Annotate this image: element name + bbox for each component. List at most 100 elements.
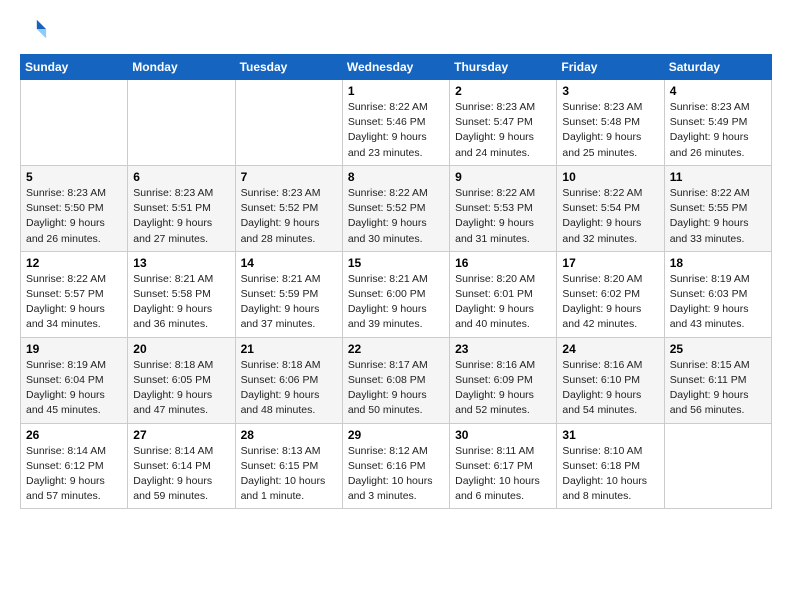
- calendar-day-header: Monday: [128, 55, 235, 80]
- calendar-cell: 18 Sunrise: 8:19 AM Sunset: 6:03 PM Dayli…: [664, 251, 771, 337]
- day-info: Sunrise: 8:10 AM Sunset: 6:18 PM Dayligh…: [562, 444, 658, 505]
- day-info: Sunrise: 8:17 AM Sunset: 6:08 PM Dayligh…: [348, 358, 444, 419]
- day-number: 9: [455, 170, 551, 184]
- calendar-cell: 6 Sunrise: 8:23 AM Sunset: 5:51 PM Daylig…: [128, 165, 235, 251]
- calendar-cell: 26 Sunrise: 8:14 AM Sunset: 6:12 PM Dayli…: [21, 423, 128, 509]
- day-number: 13: [133, 256, 229, 270]
- day-number: 5: [26, 170, 122, 184]
- day-info: Sunrise: 8:14 AM Sunset: 6:12 PM Dayligh…: [26, 444, 122, 505]
- day-info: Sunrise: 8:14 AM Sunset: 6:14 PM Dayligh…: [133, 444, 229, 505]
- calendar-cell: 16Sunrise: 8:20 AM Sunset: 6:01 PM Dayli…: [450, 251, 557, 337]
- calendar-cell: 31 Sunrise: 8:10 AM Sunset: 6:18 PM Dayli…: [557, 423, 664, 509]
- calendar-cell: 19Sunrise: 8:19 AM Sunset: 6:04 PM Dayli…: [21, 337, 128, 423]
- day-number: 28: [241, 428, 337, 442]
- day-info: Sunrise: 8:16 AM Sunset: 6:09 PM Dayligh…: [455, 358, 551, 419]
- day-number: 23: [455, 342, 551, 356]
- calendar-day-header: Wednesday: [342, 55, 449, 80]
- day-info: Sunrise: 8:22 AM Sunset: 5:53 PM Dayligh…: [455, 186, 551, 247]
- calendar-cell: 1 Sunrise: 8:22 AM Sunset: 5:46 PM Daylig…: [342, 80, 449, 166]
- calendar-cell: 21Sunrise: 8:18 AM Sunset: 6:06 PM Dayli…: [235, 337, 342, 423]
- day-info: Sunrise: 8:20 AM Sunset: 6:01 PM Dayligh…: [455, 272, 551, 333]
- day-number: 20: [133, 342, 229, 356]
- day-info: Sunrise: 8:19 AM Sunset: 6:03 PM Dayligh…: [670, 272, 766, 333]
- calendar-cell: [128, 80, 235, 166]
- calendar-cell: 7Sunrise: 8:23 AM Sunset: 5:52 PM Daylig…: [235, 165, 342, 251]
- day-number: 31: [562, 428, 658, 442]
- day-info: Sunrise: 8:21 AM Sunset: 5:59 PM Dayligh…: [241, 272, 337, 333]
- day-number: 27: [133, 428, 229, 442]
- calendar-day-header: Tuesday: [235, 55, 342, 80]
- day-number: 30: [455, 428, 551, 442]
- day-number: 8: [348, 170, 444, 184]
- day-info: Sunrise: 8:12 AM Sunset: 6:16 PM Dayligh…: [348, 444, 444, 505]
- day-info: Sunrise: 8:23 AM Sunset: 5:49 PM Dayligh…: [670, 100, 766, 161]
- day-number: 22: [348, 342, 444, 356]
- calendar-cell: 11 Sunrise: 8:22 AM Sunset: 5:55 PM Dayli…: [664, 165, 771, 251]
- calendar-cell: 17 Sunrise: 8:20 AM Sunset: 6:02 PM Dayli…: [557, 251, 664, 337]
- day-info: Sunrise: 8:22 AM Sunset: 5:57 PM Dayligh…: [26, 272, 122, 333]
- calendar-cell: 8 Sunrise: 8:22 AM Sunset: 5:52 PM Daylig…: [342, 165, 449, 251]
- day-info: Sunrise: 8:11 AM Sunset: 6:17 PM Dayligh…: [455, 444, 551, 505]
- calendar-day-header: Friday: [557, 55, 664, 80]
- calendar-cell: 14 Sunrise: 8:21 AM Sunset: 5:59 PM Dayli…: [235, 251, 342, 337]
- day-info: Sunrise: 8:13 AM Sunset: 6:15 PM Dayligh…: [241, 444, 337, 505]
- day-number: 14: [241, 256, 337, 270]
- day-info: Sunrise: 8:23 AM Sunset: 5:50 PM Dayligh…: [26, 186, 122, 247]
- day-number: 1: [348, 84, 444, 98]
- calendar-cell: 9 Sunrise: 8:22 AM Sunset: 5:53 PM Daylig…: [450, 165, 557, 251]
- day-number: 26: [26, 428, 122, 442]
- calendar-header-row: SundayMondayTuesdayWednesdayThursdayFrid…: [21, 55, 772, 80]
- day-number: 19: [26, 342, 122, 356]
- calendar-week-row: 26 Sunrise: 8:14 AM Sunset: 6:12 PM Dayli…: [21, 423, 772, 509]
- day-info: Sunrise: 8:22 AM Sunset: 5:46 PM Dayligh…: [348, 100, 444, 161]
- calendar-cell: 4 Sunrise: 8:23 AM Sunset: 5:49 PM Daylig…: [664, 80, 771, 166]
- day-info: Sunrise: 8:23 AM Sunset: 5:51 PM Dayligh…: [133, 186, 229, 247]
- day-number: 3: [562, 84, 658, 98]
- calendar-cell: 2 Sunrise: 8:23 AM Sunset: 5:47 PM Daylig…: [450, 80, 557, 166]
- calendar-cell: 20Sunrise: 8:18 AM Sunset: 6:05 PM Dayli…: [128, 337, 235, 423]
- day-info: Sunrise: 8:23 AM Sunset: 5:48 PM Dayligh…: [562, 100, 658, 161]
- day-number: 4: [670, 84, 766, 98]
- calendar-week-row: 12 Sunrise: 8:22 AM Sunset: 5:57 PM Dayli…: [21, 251, 772, 337]
- calendar-week-row: 19Sunrise: 8:19 AM Sunset: 6:04 PM Dayli…: [21, 337, 772, 423]
- calendar-cell: 5 Sunrise: 8:23 AM Sunset: 5:50 PM Daylig…: [21, 165, 128, 251]
- day-number: 6: [133, 170, 229, 184]
- calendar-day-header: Thursday: [450, 55, 557, 80]
- day-number: 17: [562, 256, 658, 270]
- day-number: 24: [562, 342, 658, 356]
- calendar-cell: 25 Sunrise: 8:15 AM Sunset: 6:11 PM Dayli…: [664, 337, 771, 423]
- day-number: 11: [670, 170, 766, 184]
- day-number: 25: [670, 342, 766, 356]
- calendar-cell: 27 Sunrise: 8:14 AM Sunset: 6:14 PM Dayli…: [128, 423, 235, 509]
- calendar-cell: 28 Sunrise: 8:13 AM Sunset: 6:15 PM Dayli…: [235, 423, 342, 509]
- day-info: Sunrise: 8:22 AM Sunset: 5:55 PM Dayligh…: [670, 186, 766, 247]
- calendar-cell: 29 Sunrise: 8:12 AM Sunset: 6:16 PM Dayli…: [342, 423, 449, 509]
- calendar-cell: 22 Sunrise: 8:17 AM Sunset: 6:08 PM Dayli…: [342, 337, 449, 423]
- day-number: 18: [670, 256, 766, 270]
- day-info: Sunrise: 8:22 AM Sunset: 5:54 PM Dayligh…: [562, 186, 658, 247]
- logo: [20, 16, 50, 44]
- day-info: Sunrise: 8:22 AM Sunset: 5:52 PM Dayligh…: [348, 186, 444, 247]
- day-info: Sunrise: 8:16 AM Sunset: 6:10 PM Dayligh…: [562, 358, 658, 419]
- day-info: Sunrise: 8:23 AM Sunset: 5:47 PM Dayligh…: [455, 100, 551, 161]
- day-info: Sunrise: 8:15 AM Sunset: 6:11 PM Dayligh…: [670, 358, 766, 419]
- calendar-day-header: Sunday: [21, 55, 128, 80]
- calendar-cell: 3 Sunrise: 8:23 AM Sunset: 5:48 PM Daylig…: [557, 80, 664, 166]
- calendar-cell: 13 Sunrise: 8:21 AM Sunset: 5:58 PM Dayli…: [128, 251, 235, 337]
- day-number: 29: [348, 428, 444, 442]
- day-info: Sunrise: 8:20 AM Sunset: 6:02 PM Dayligh…: [562, 272, 658, 333]
- calendar-table: SundayMondayTuesdayWednesdayThursdayFrid…: [20, 54, 772, 509]
- day-number: 10: [562, 170, 658, 184]
- day-info: Sunrise: 8:21 AM Sunset: 5:58 PM Dayligh…: [133, 272, 229, 333]
- day-info: Sunrise: 8:18 AM Sunset: 6:06 PM Dayligh…: [241, 358, 337, 419]
- calendar-day-header: Saturday: [664, 55, 771, 80]
- day-number: 15: [348, 256, 444, 270]
- calendar-week-row: 1 Sunrise: 8:22 AM Sunset: 5:46 PM Daylig…: [21, 80, 772, 166]
- page-container: SundayMondayTuesdayWednesdayThursdayFrid…: [0, 0, 792, 519]
- day-number: 2: [455, 84, 551, 98]
- calendar-week-row: 5 Sunrise: 8:23 AM Sunset: 5:50 PM Daylig…: [21, 165, 772, 251]
- day-info: Sunrise: 8:21 AM Sunset: 6:00 PM Dayligh…: [348, 272, 444, 333]
- day-number: 12: [26, 256, 122, 270]
- calendar-cell: 15 Sunrise: 8:21 AM Sunset: 6:00 PM Dayli…: [342, 251, 449, 337]
- day-info: Sunrise: 8:23 AM Sunset: 5:52 PM Dayligh…: [241, 186, 337, 247]
